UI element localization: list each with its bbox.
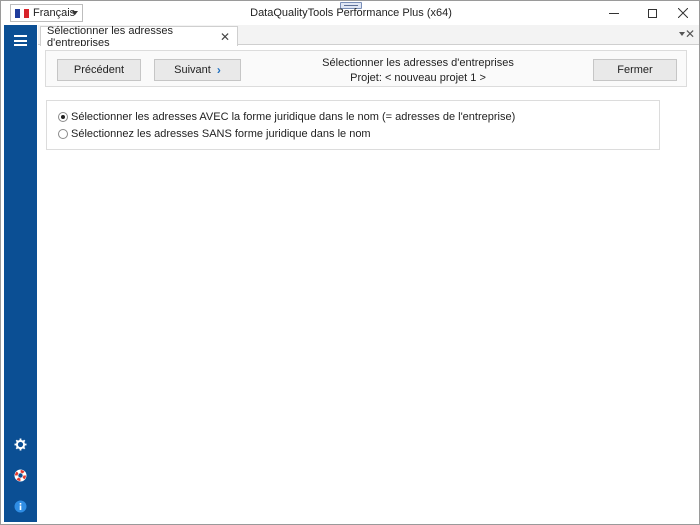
wizard-title-text: Sélectionner les adresses d'entreprises <box>322 57 514 69</box>
chevron-right-icon: › <box>216 63 221 77</box>
maximize-button[interactable] <box>635 1 669 25</box>
tab-close-icon[interactable]: ✕ <box>220 30 230 44</box>
content-area: Précédent Suivant › Sélectionner les adr… <box>38 46 699 522</box>
tab-label: Sélectionner les adresses d'entreprises <box>47 24 173 49</box>
close-icon <box>678 8 688 18</box>
strip-close-icon[interactable]: ✕ <box>685 27 695 41</box>
option-without-legal-form-label: Sélectionnez les adresses SANS forme jur… <box>71 128 371 140</box>
option-without-legal-form[interactable]: Sélectionnez les adresses SANS forme jur… <box>58 127 371 141</box>
wizard-toolbar: Précédent Suivant › Sélectionner les adr… <box>45 50 687 87</box>
language-label: Français <box>33 7 76 19</box>
next-button-label: Suivant <box>174 64 211 76</box>
chevron-down-icon <box>72 11 78 15</box>
option-with-legal-form[interactable]: Sélectionner les adresses AVEC la forme … <box>58 110 515 124</box>
previous-button[interactable]: Précédent <box>57 59 141 81</box>
sidebar <box>4 25 37 522</box>
info-icon[interactable] <box>14 500 27 513</box>
tab-strip: Sélectionner les adresses d'entreprises … <box>38 24 699 49</box>
previous-button-label: Précédent <box>73 64 125 76</box>
radio-with-legal-form[interactable] <box>58 112 68 122</box>
project-label: Projet: < nouveau projet 1 > <box>350 72 486 84</box>
next-button[interactable]: Suivant › <box>154 59 241 81</box>
wizard-title: Sélectionner les adresses d'entreprises … <box>268 56 568 86</box>
minimize-button[interactable] <box>597 1 631 25</box>
close-button-label: Fermer <box>617 64 653 76</box>
radio-without-legal-form[interactable] <box>58 129 68 139</box>
close-button[interactable]: Fermer <box>593 59 677 81</box>
address-options-group: Sélectionner les adresses AVEC la forme … <box>46 100 660 150</box>
help-icon[interactable] <box>14 469 27 482</box>
app-window: Français DataQualityTools Performance Pl… <box>0 0 700 525</box>
menu-icon[interactable] <box>14 35 27 46</box>
title-bar: Français DataQualityTools Performance Pl… <box>1 1 699 25</box>
minimize-icon <box>609 12 619 14</box>
gear-icon[interactable] <box>14 438 27 451</box>
option-with-legal-form-label: Sélectionner les adresses AVEC la forme … <box>71 111 516 123</box>
tab-select-company-addresses[interactable]: Sélectionner les adresses d'entreprises … <box>40 24 238 49</box>
france-flag-icon <box>15 8 30 18</box>
maximize-icon <box>647 8 657 18</box>
language-select[interactable]: Français <box>10 4 83 22</box>
window-close-button[interactable] <box>666 1 700 25</box>
app-title: DataQualityTools Performance Plus (x64) <box>250 7 452 19</box>
